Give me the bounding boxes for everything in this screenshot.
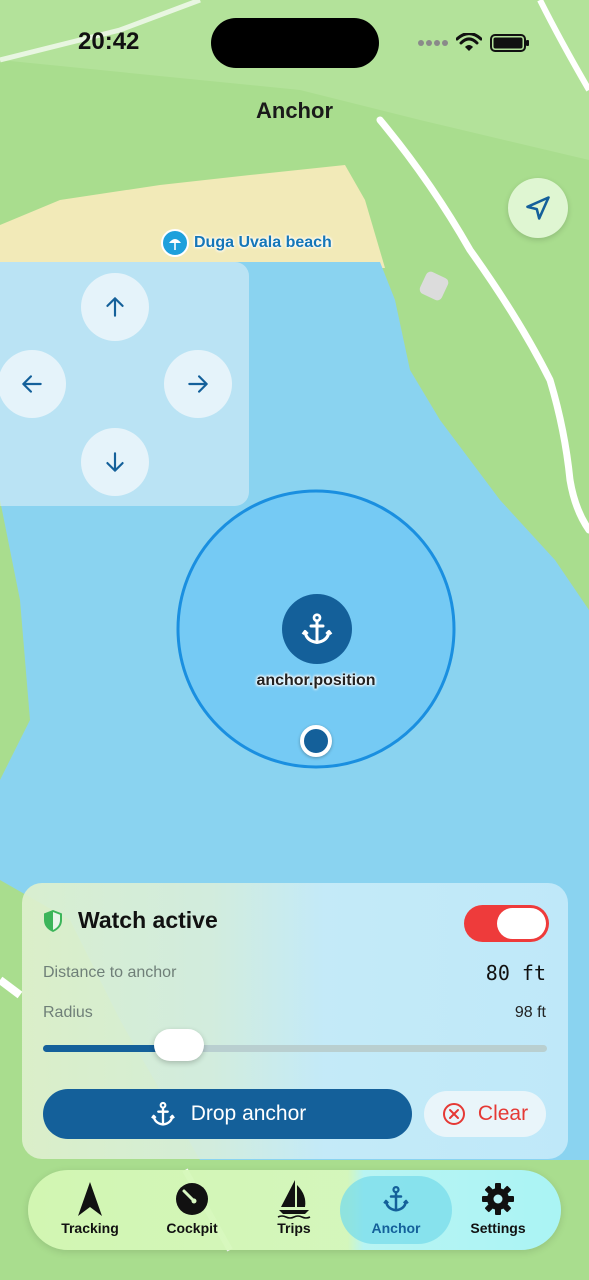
nudge-pad [0,262,249,506]
anchor-icon [301,613,333,645]
radius-value: 98 ft [514,1004,546,1021]
anchor-position-label: anchor.position [256,672,376,689]
clear-button[interactable]: Clear [424,1091,546,1137]
battery-icon [490,34,529,52]
gauge-icon [176,1183,208,1215]
wifi-icon [456,33,482,51]
shield-icon [44,909,62,932]
tab-label: Trips [277,1220,311,1236]
poi-beach[interactable]: Duga Uvala beach [161,229,332,257]
tab-tracking[interactable]: Tracking [40,1176,140,1244]
tab-label: Settings [470,1220,526,1236]
anchor-position-marker[interactable] [282,594,352,664]
navigation-arrow-icon [78,1182,102,1216]
anchor-watch-panel: Watch active Distance to anchor 80 ft Ra… [22,883,568,1159]
anchor-icon [150,1101,175,1126]
radius-slider-knob[interactable] [154,1029,205,1061]
nudge-right-button[interactable] [164,350,232,418]
radius-label: Radius [43,1004,93,1021]
arrow-up-icon [106,297,124,317]
tab-bar: Tracking Cockpit Trips Anchor Settings [28,1170,561,1250]
toggle-knob [497,908,546,939]
poi-label: Duga Uvala beach [194,234,332,251]
boat-position-dot [300,725,332,757]
status-icons [418,30,530,56]
beach-umbrella-icon [161,229,189,257]
tab-cockpit[interactable]: Cockpit [142,1176,242,1244]
distance-label: Distance to anchor [43,964,177,981]
drop-anchor-button[interactable]: Drop anchor [43,1089,412,1139]
drop-anchor-label: Drop anchor [190,1102,307,1125]
arrow-left-icon [22,375,42,393]
locate-me-button[interactable] [508,178,568,238]
distance-value: 80 ft [485,961,546,985]
nudge-left-button[interactable] [0,350,66,418]
tab-label: Anchor [371,1220,421,1236]
dynamic-island [211,18,379,68]
sailboat-icon [277,1180,311,1219]
radius-slider[interactable] [43,1029,547,1061]
arrow-down-icon [106,452,124,472]
status-time: 20:42 [78,28,140,55]
watch-status-row: Watch active [42,907,218,934]
close-circle-icon [442,1103,465,1125]
tab-settings[interactable]: Settings [448,1176,548,1244]
page-title: Anchor [256,98,333,123]
anchor-icon [383,1186,409,1212]
nudge-down-button[interactable] [81,428,149,496]
tab-label: Tracking [61,1220,119,1236]
tab-trips[interactable]: Trips [244,1176,344,1244]
watch-title: Watch active [78,907,218,933]
gear-icon [482,1183,514,1215]
tab-label: Cockpit [166,1220,218,1236]
watch-toggle[interactable] [464,905,549,942]
signal-dots-icon [418,40,448,46]
clear-label: Clear [477,1102,529,1125]
nudge-up-button[interactable] [81,273,149,341]
location-arrow-icon [526,196,550,220]
arrow-right-icon [188,375,208,393]
tab-anchor[interactable]: Anchor [340,1176,452,1244]
